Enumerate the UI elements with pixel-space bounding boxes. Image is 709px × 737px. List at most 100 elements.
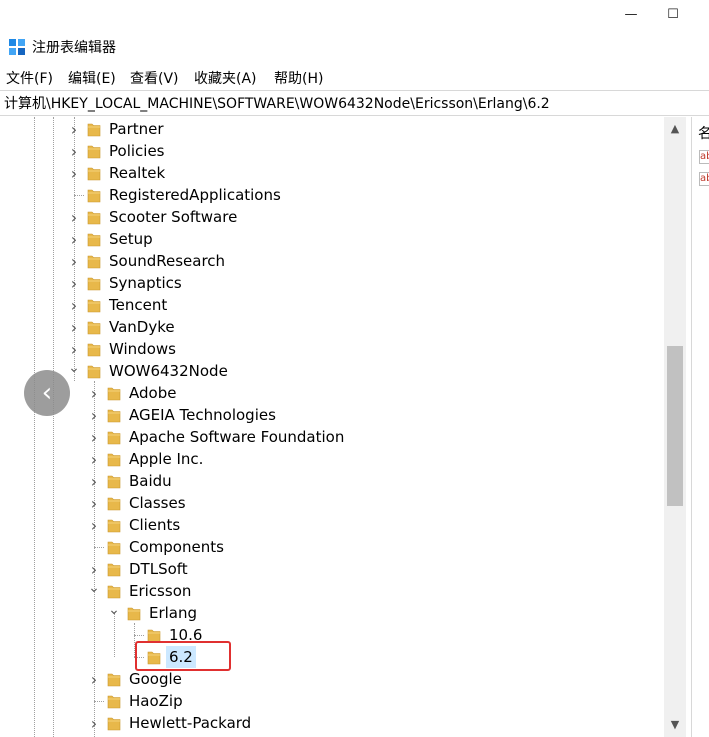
minimize-icon: —: [624, 6, 638, 22]
tree-item-label[interactable]: SoundResearch: [109, 250, 225, 272]
chevron-right-icon[interactable]: ›: [88, 492, 100, 514]
chevron-right-icon[interactable]: ›: [88, 404, 100, 426]
tree-item-label[interactable]: RegisteredApplications: [109, 184, 281, 206]
tree-item-label[interactable]: WOW6432Node: [109, 360, 228, 382]
folder-icon: [87, 165, 101, 181]
chevron-right-icon[interactable]: ›: [68, 118, 80, 140]
menu-help[interactable]: 帮助(H): [274, 68, 323, 88]
folder-icon: [87, 297, 101, 313]
folder-icon: [107, 583, 121, 599]
folder-icon: [87, 121, 101, 137]
tree-item-label[interactable]: Setup: [109, 228, 153, 250]
chevron-right-icon[interactable]: ›: [68, 294, 80, 316]
highlight-annotation: [135, 641, 231, 671]
tree-item-label[interactable]: Apple Inc.: [129, 448, 203, 470]
address-path[interactable]: 计算机\HKEY_LOCAL_MACHINE\SOFTWARE\WOW6432N…: [4, 93, 550, 113]
menu-view[interactable]: 查看(V): [130, 68, 179, 88]
folder-icon: [107, 385, 121, 401]
folder-icon: [107, 473, 121, 489]
tree-item-label[interactable]: VanDyke: [109, 316, 175, 338]
tree-item-label[interactable]: Tencent: [109, 294, 167, 316]
folder-icon: [87, 209, 101, 225]
tree-connector: [134, 635, 144, 636]
tree-item-label[interactable]: Classes: [129, 492, 186, 514]
string-value-icon[interactable]: ab: [699, 150, 709, 164]
chevron-down-icon[interactable]: ⌄: [108, 602, 120, 624]
string-value-icon[interactable]: ab: [699, 172, 709, 186]
scroll-thumb[interactable]: [667, 346, 683, 506]
tree-item-label[interactable]: Erlang: [149, 602, 197, 624]
chevron-right-icon[interactable]: ›: [88, 448, 100, 470]
tree-item-label[interactable]: Windows: [109, 338, 176, 360]
tree-item-label[interactable]: Ericsson: [129, 580, 191, 602]
menu-favorites[interactable]: 收藏夹(A): [194, 68, 257, 88]
chevron-right-icon[interactable]: ›: [68, 250, 80, 272]
chevron-right-icon[interactable]: ›: [68, 206, 80, 228]
chevron-down-icon[interactable]: ⌄: [68, 360, 80, 382]
values-pane[interactable]: 名: [692, 117, 709, 737]
folder-icon: [107, 429, 121, 445]
tree-item-label[interactable]: Hewlett-Packard: [129, 712, 251, 734]
tree-connector: [94, 701, 104, 702]
chevron-right-icon[interactable]: ›: [68, 162, 80, 184]
folder-icon: [107, 671, 121, 687]
chevron-right-icon[interactable]: ›: [68, 316, 80, 338]
chevron-right-icon[interactable]: ›: [88, 426, 100, 448]
overlay-back-button[interactable]: ‹: [24, 370, 70, 416]
chevron-right-icon[interactable]: ›: [88, 712, 100, 734]
scroll-up-icon[interactable]: ▲: [664, 117, 686, 139]
chevron-left-icon: ‹: [41, 378, 53, 408]
tree-guide-line: [34, 117, 35, 737]
folder-icon: [87, 187, 101, 203]
folder-icon: [107, 517, 121, 533]
tree-item-label[interactable]: Adobe: [129, 382, 176, 404]
chevron-right-icon[interactable]: ›: [88, 382, 100, 404]
tree-item-label[interactable]: Clients: [129, 514, 180, 536]
folder-icon: [87, 319, 101, 335]
tree-item-label[interactable]: AGEIA Technologies: [129, 404, 276, 426]
chevron-right-icon[interactable]: ›: [68, 140, 80, 162]
folder-icon: [107, 715, 121, 731]
chevron-right-icon[interactable]: ›: [88, 668, 100, 690]
chevron-right-icon[interactable]: ›: [68, 338, 80, 360]
menu-edit[interactable]: 编辑(E): [68, 68, 116, 88]
folder-icon: [87, 341, 101, 357]
tree-item-label[interactable]: Synaptics: [109, 272, 182, 294]
app-title: 注册表编辑器: [32, 40, 116, 56]
tree-item-label[interactable]: Google: [129, 668, 182, 690]
tree-connector: [94, 547, 104, 548]
folder-icon: [87, 363, 101, 379]
tree-item-label[interactable]: Realtek: [109, 162, 165, 184]
folder-icon: [127, 605, 141, 621]
folder-icon: [107, 495, 121, 511]
chevron-down-icon[interactable]: ⌄: [88, 580, 100, 602]
maximize-button[interactable]: ☐: [650, 0, 696, 28]
folder-icon: [87, 253, 101, 269]
tree-item-label[interactable]: Policies: [109, 140, 164, 162]
folder-icon: [107, 693, 121, 709]
chevron-right-icon[interactable]: ›: [88, 514, 100, 536]
chevron-right-icon[interactable]: ›: [68, 228, 80, 250]
folder-icon: [107, 539, 121, 555]
window-titlebar: — ☐: [0, 0, 709, 32]
tree-item-label[interactable]: HaoZip: [129, 690, 183, 712]
tree-item-label[interactable]: Partner: [109, 118, 164, 140]
tree-item-label[interactable]: Components: [129, 536, 224, 558]
minimize-button[interactable]: —: [608, 0, 654, 28]
scroll-down-icon[interactable]: ▼: [664, 713, 686, 735]
folder-icon: [87, 143, 101, 159]
menu-file[interactable]: 文件(F): [6, 68, 53, 88]
chevron-right-icon[interactable]: ›: [68, 272, 80, 294]
folder-icon: [107, 451, 121, 467]
regedit-icon: [8, 38, 26, 56]
registry-tree[interactable]: › Partner › Policies › Realtek RegisteredAppli…: [0, 117, 664, 737]
chevron-right-icon[interactable]: ›: [88, 470, 100, 492]
tree-item-label[interactable]: DTLSoft: [129, 558, 188, 580]
folder-icon: [87, 231, 101, 247]
tree-item-label[interactable]: Apache Software Foundation: [129, 426, 344, 448]
folder-icon: [107, 407, 121, 423]
chevron-right-icon[interactable]: ›: [88, 558, 100, 580]
tree-item-label[interactable]: Scooter Software: [109, 206, 237, 228]
tree-item-label[interactable]: Baidu: [129, 470, 172, 492]
column-header-name[interactable]: 名: [698, 123, 709, 143]
